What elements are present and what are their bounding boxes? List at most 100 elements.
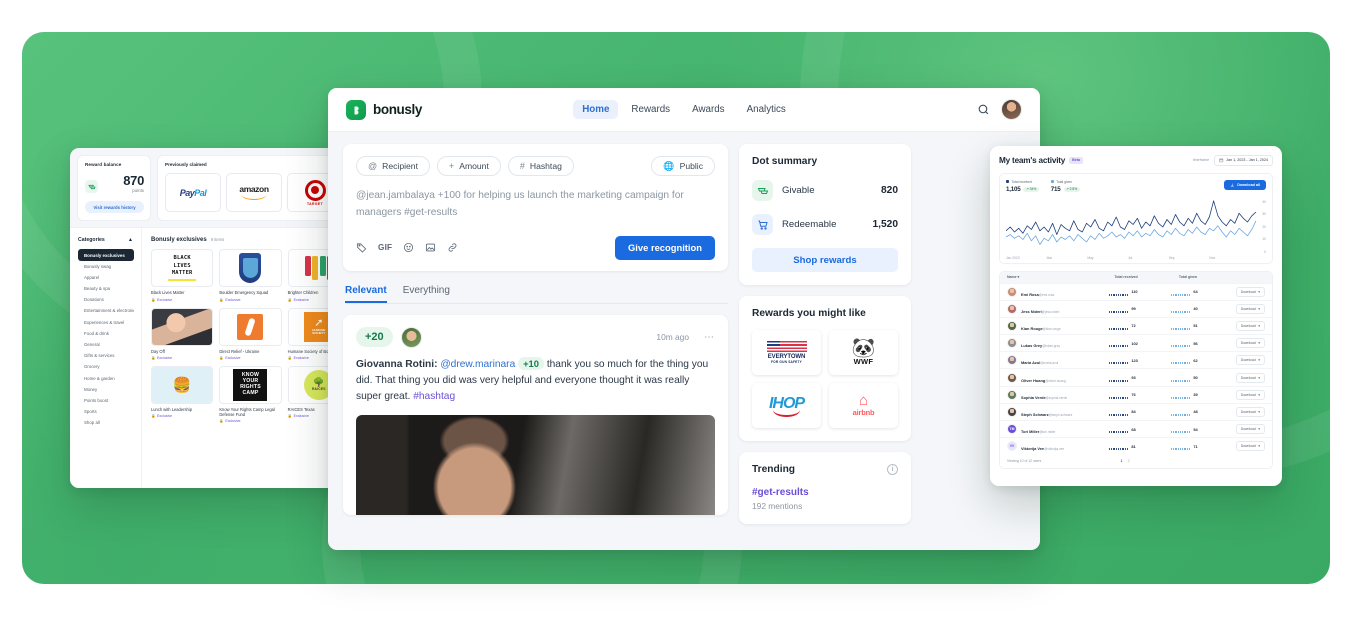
table-row[interactable]: Sophia Verde@sophia.verde 76 39 Download ▾ <box>1000 385 1272 403</box>
feed-tab-everything[interactable]: Everything <box>403 285 450 303</box>
post-more-icon[interactable]: ⋯ <box>704 332 715 343</box>
table-row[interactable]: Oliver Huang@oliver.huang 93 50 Download ▾ <box>1000 368 1272 385</box>
table-row[interactable]: Lukas Grey@lukas.grey 102 56 Download ▾ <box>1000 334 1272 351</box>
category-item[interactable]: Beauty & spa <box>78 283 134 294</box>
tag-icon[interactable] <box>356 242 367 253</box>
category-item[interactable]: Grocery <box>78 361 134 372</box>
row-download-button[interactable]: Download ▾ <box>1235 320 1265 331</box>
table-row[interactable]: Kian Rouge@kian.rouge 72 51 Download ▾ <box>1000 316 1272 334</box>
page-2[interactable]: 2 <box>1128 459 1130 463</box>
row-download-button[interactable]: Download ▾ <box>1235 424 1265 435</box>
user-avatar[interactable] <box>1001 99 1022 120</box>
category-item[interactable]: Food & drink <box>78 328 134 339</box>
table-row[interactable]: Maria Azul@maria.azul 123 62 Download ▾ <box>1000 351 1272 368</box>
category-item[interactable]: Points boost <box>78 395 134 406</box>
beta-badge: Beta <box>1069 156 1083 164</box>
column-total-received[interactable]: Total received <box>1095 275 1157 279</box>
nav-item-home[interactable]: Home <box>573 100 619 119</box>
row-download-button[interactable]: Download ▾ <box>1235 286 1265 297</box>
reward-ihop[interactable]: IHOP <box>752 383 821 428</box>
composer-chip-hashtag[interactable]: # Hashtag <box>507 156 574 176</box>
category-item[interactable]: Bonusly exclusives <box>78 249 134 261</box>
column-total-given[interactable]: Total given <box>1157 275 1219 279</box>
row-download-button[interactable]: Download ▾ <box>1235 338 1265 349</box>
received-cell: 81 <box>1095 442 1157 451</box>
category-item[interactable]: Experiences & travel <box>78 317 134 328</box>
chip-glyph: + <box>448 161 455 171</box>
reward-name: Know Your Rights Camp Legal Defense Fund <box>219 406 275 417</box>
category-item[interactable]: Apparel <box>78 272 134 283</box>
category-item[interactable]: General <box>78 339 134 350</box>
received-cell: 68 <box>1095 425 1157 434</box>
composer-input[interactable]: @jean.jambalaya +100 for helping us laun… <box>356 188 715 222</box>
trending-hashtag[interactable]: #get-results <box>752 487 898 498</box>
category-item[interactable]: Bonusly swag <box>78 261 134 272</box>
row-download-button[interactable]: Download ▾ <box>1235 372 1265 383</box>
visit-rewards-history-button[interactable]: Visit rewards history <box>85 201 144 214</box>
visibility-chip[interactable]: 🌐 Public <box>651 156 715 176</box>
table-row[interactable]: VV Viktorija Vee@viktorija.vee 81 71 Downloa… <box>1000 437 1272 454</box>
table-row[interactable]: Jess Nideri@jess.nideri 99 40 Download ▾ <box>1000 299 1272 317</box>
dot-summary-card: Dot summary Givable 820 Redeemable 1,520… <box>739 144 911 285</box>
brand-logo[interactable]: bonusly <box>346 99 526 120</box>
emoji-icon[interactable] <box>403 242 414 253</box>
image-icon[interactable] <box>425 242 436 253</box>
download-all-label: Download all <box>1237 182 1260 187</box>
category-item[interactable]: Entertainment & electronics <box>78 305 134 316</box>
post-hashtag[interactable]: #hashtag <box>413 391 455 402</box>
feed-tab-relevant[interactable]: Relevant <box>345 285 387 303</box>
post-mention[interactable]: @drew.marinara <box>440 359 515 370</box>
download-all-button[interactable]: Download all <box>1224 179 1266 190</box>
row-download-button[interactable]: Download ▾ <box>1235 355 1265 366</box>
nav-item-awards[interactable]: Awards <box>683 100 734 119</box>
reward-card[interactable]: Direct Relief - Ukraine 🔒 Exclusive <box>219 307 282 360</box>
reward-card[interactable]: KNOW YOUR RIGHTS CAMP Know Your Rights Camp … <box>219 365 282 423</box>
nav-item-rewards[interactable]: Rewards <box>622 100 679 119</box>
category-item[interactable]: Home & garden <box>78 372 134 383</box>
column-name[interactable]: Name ▾ <box>1007 275 1095 279</box>
category-item[interactable]: Sports <box>78 406 134 417</box>
search-icon[interactable] <box>977 103 990 116</box>
shop-rewards-button[interactable]: Shop rewards <box>752 248 898 272</box>
brand-amazon[interactable]: amazon <box>226 173 282 212</box>
reward-everytown[interactable]: EVERYTOWN FOR GUN SAFETY <box>752 330 821 375</box>
category-item[interactable]: Money <box>78 384 134 395</box>
page-1[interactable]: 1 <box>1121 459 1123 463</box>
reward-airbnb[interactable]: ⌂ airbnb <box>829 383 898 428</box>
composer-chip-amount[interactable]: + Amount <box>436 156 501 176</box>
table-row[interactable]: Steph Schwarz@steph.schwarz 84 48 Download ▾ <box>1000 402 1272 420</box>
category-item[interactable]: Gifts & services <box>78 350 134 361</box>
lock-icon: 🔒 <box>151 413 156 418</box>
received-value: 84 <box>1131 409 1136 415</box>
given-cell: 64 <box>1157 288 1219 296</box>
table-row[interactable]: Emi Rosa@emi.rosa 110 64 Download ▾ <box>1000 282 1272 300</box>
reward-card[interactable]: Boulder Emergency Squad 🔒 Exclusive <box>219 249 282 302</box>
nav-item-analytics[interactable]: Analytics <box>738 100 795 119</box>
reward-card[interactable]: Day Off 🔒 Exclusive <box>151 307 214 360</box>
info-icon[interactable]: i <box>887 464 898 475</box>
link-icon[interactable] <box>447 242 458 253</box>
gif-icon[interactable]: GIF <box>378 243 392 252</box>
row-download-button[interactable]: Download ▾ <box>1235 303 1265 314</box>
post-media-image[interactable] <box>356 414 715 515</box>
give-recognition-button[interactable]: Give recognition <box>615 235 715 260</box>
category-item[interactable]: Shop all <box>78 417 134 428</box>
rewards-catalog-panel: Reward balance 870 points Visit rewards … <box>70 148 358 488</box>
chevron-up-icon[interactable]: ▲ <box>128 237 133 243</box>
date-range-picker[interactable]: Jan 1, 2023 - Jan 1, 2024 <box>1214 155 1273 166</box>
row-download-button[interactable]: Download ▾ <box>1235 389 1265 400</box>
row-download-button[interactable]: Download ▾ <box>1235 406 1265 417</box>
categories-header: Categories <box>78 237 105 244</box>
sparkline <box>1170 374 1191 382</box>
category-item[interactable]: Donations <box>78 294 134 305</box>
table-row[interactable]: TM Tori Miller@tori.miller 68 54 Download ▾ <box>1000 420 1272 437</box>
user-handle: @steph.schwarz <box>1048 412 1073 417</box>
row-download-button[interactable]: Download ▾ <box>1235 441 1265 452</box>
brand-paypal[interactable]: PayPal <box>165 173 221 212</box>
reward-card[interactable]: 🍔 Lunch with Leadership 🔒 Exclusive <box>151 365 214 423</box>
reward-wwf[interactable]: 🐼 WWF <box>829 330 898 375</box>
post-author-avatar[interactable] <box>400 326 422 348</box>
reward-card[interactable]: BLACK LIVES MATTER Black Lives Matter 🔒 Exclu… <box>151 249 214 302</box>
composer-chip-recipient[interactable]: @ Recipient <box>356 156 430 176</box>
sparkline <box>1108 288 1129 296</box>
